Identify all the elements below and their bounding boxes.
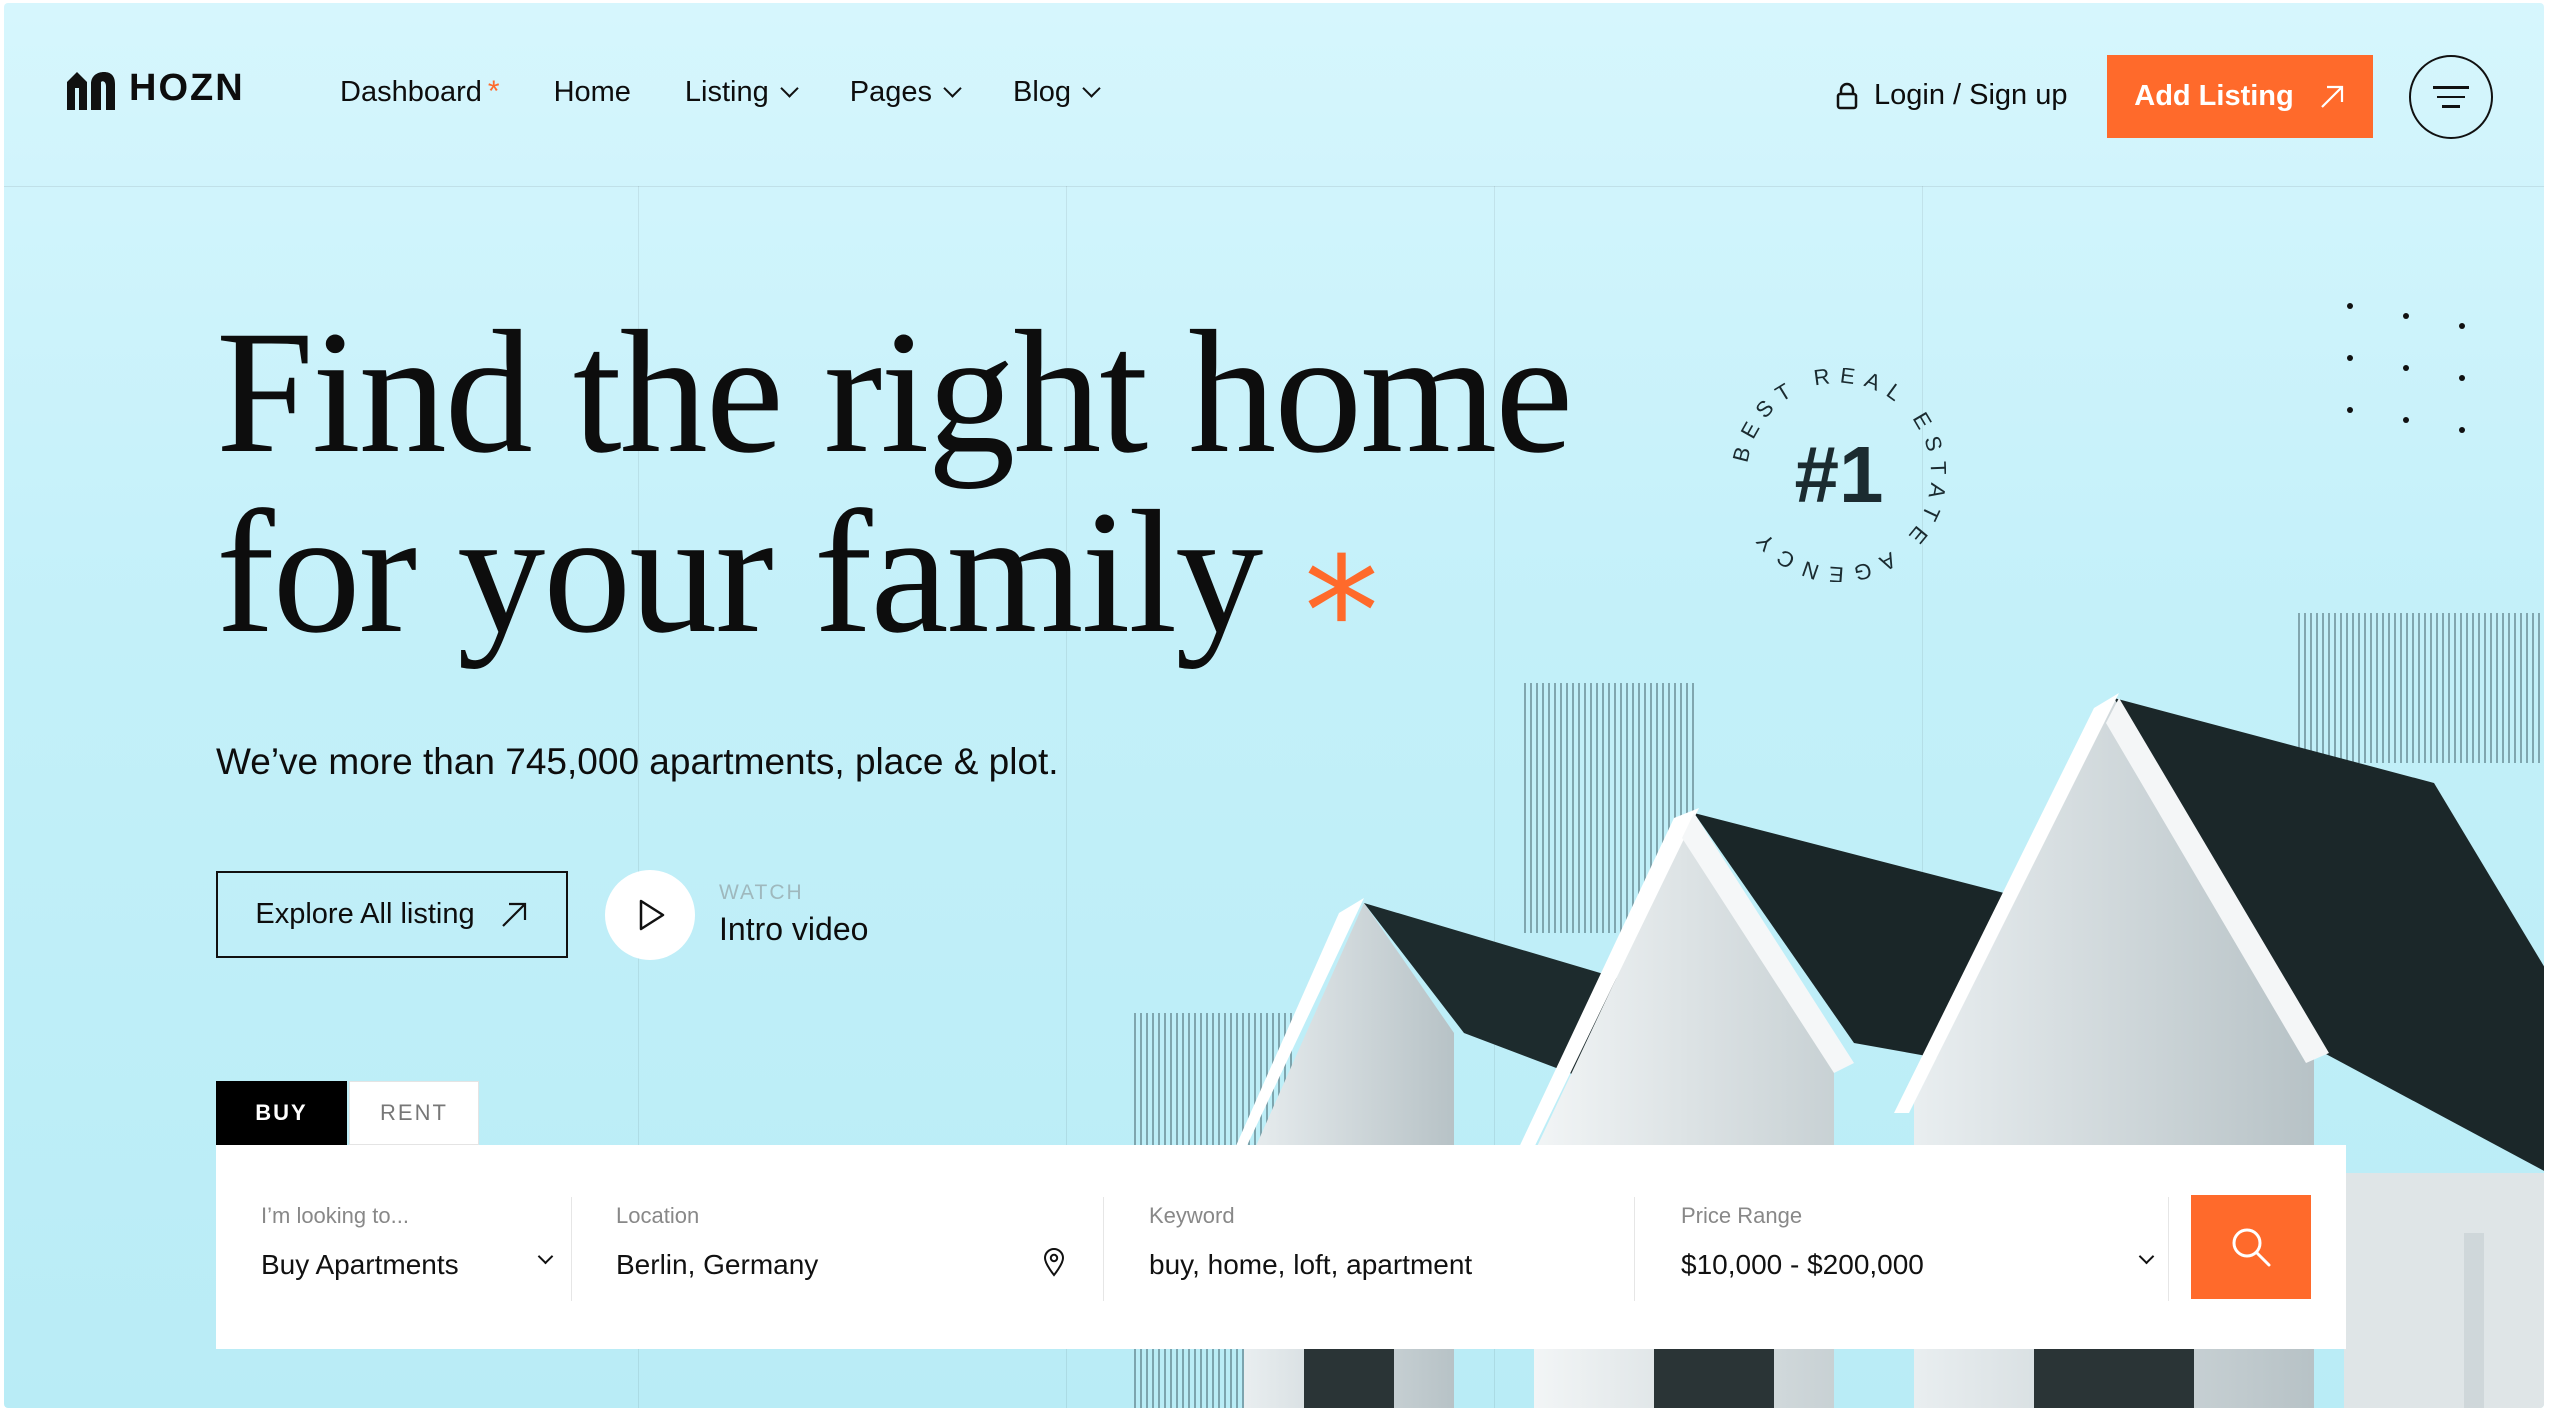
play-video-button[interactable] [605, 870, 695, 960]
tab-buy[interactable]: BUY [216, 1081, 347, 1145]
field-divider [2168, 1197, 2169, 1301]
brand-name: HOZN [129, 66, 245, 109]
main-nav: Dashboard * Home Listing Pages Blog [340, 75, 1152, 109]
nav-item-dashboard[interactable]: Dashboard * [340, 75, 500, 109]
new-marker: * [487, 75, 500, 108]
brand-logo[interactable]: HOZN [65, 66, 245, 110]
field-label: Location [616, 1203, 700, 1228]
nav-item-label: Listing [684, 75, 769, 108]
nav-item-home[interactable]: Home [554, 75, 631, 109]
field-divider [1103, 1197, 1104, 1301]
page-frame: HOZN Dashboard * Home Listing Pages Blog… [4, 3, 2544, 1408]
field-value: buy, home, loft, apartment [1149, 1249, 1473, 1280]
field-label: Price Range [1681, 1203, 1803, 1228]
looking-to-select[interactable]: I’m looking to... Buy Apartments [261, 1145, 561, 1349]
search-button[interactable] [2191, 1195, 2311, 1299]
chevron-down-icon [2138, 1248, 2155, 1265]
add-listing-button[interactable]: Add Listing [2107, 55, 2373, 138]
chevron-down-icon [537, 1248, 554, 1265]
explore-listing-button[interactable]: Explore All listing [216, 871, 568, 958]
login-label: Login / Sign up [1874, 79, 2068, 111]
field-divider [571, 1197, 572, 1301]
keyword-input[interactable]: Keyword buy, home, loft, apartment [1149, 1145, 1609, 1349]
nav-item-label: Dashboard [340, 75, 482, 108]
nav-item-label: Home [553, 75, 631, 108]
arrow-up-right-icon [2320, 85, 2343, 108]
nav-item-listing[interactable]: Listing [684, 75, 799, 109]
field-value: $10,000 - $200,000 [1681, 1249, 1924, 1280]
login-link[interactable]: Login / Sign up [1836, 79, 2067, 112]
explore-label: Explore All listing [255, 898, 475, 930]
chevron-down-icon [943, 78, 962, 98]
lock-icon [1836, 82, 1858, 109]
location-field[interactable]: Location Berlin, Germany [616, 1145, 1096, 1349]
menu-bar [2437, 95, 2465, 99]
play-icon [639, 899, 665, 931]
add-listing-label: Add Listing [2134, 80, 2294, 112]
search-icon [2232, 1228, 2271, 1267]
badge-number: #1 [1795, 430, 1884, 519]
field-value: Buy Apartments [261, 1249, 459, 1280]
nav-item-blog[interactable]: Blog [1012, 75, 1101, 109]
house-logo-icon [67, 72, 115, 110]
location-pin-icon [1043, 1248, 1065, 1277]
best-agency-badge: BEST REAL ESTATE AGENCY #1 [1732, 368, 1942, 582]
menu-bar [2442, 105, 2460, 108]
field-divider [1634, 1197, 1635, 1301]
headline-asterisk: * [1304, 526, 1379, 700]
field-value: Berlin, Germany [616, 1249, 819, 1280]
headline-line: Find the right home [216, 295, 1573, 490]
field-label: Keyword [1149, 1203, 1235, 1228]
hero-subtitle: We’ve more than 745,000 apartments, plac… [216, 741, 1059, 782]
nav-item-label: Blog [1012, 75, 1072, 108]
intro-video-link[interactable]: WATCH Intro video [719, 881, 868, 948]
price-range-select[interactable]: Price Range $10,000 - $200,000 [1681, 1145, 2161, 1349]
tab-rent[interactable]: RENT [349, 1081, 479, 1145]
arrow-up-right-icon [501, 902, 526, 927]
nav-item-label: Pages [849, 75, 932, 108]
chevron-down-icon [780, 78, 799, 98]
header-divider [4, 186, 2544, 187]
chevron-down-icon [1082, 78, 1101, 98]
search-panel: I’m looking to... Buy Apartments Locatio… [216, 1145, 2346, 1349]
field-label: I’m looking to... [261, 1203, 409, 1228]
watch-caption: WATCH [719, 881, 804, 904]
menu-button[interactable] [2409, 55, 2493, 139]
nav-item-pages[interactable]: Pages [849, 75, 962, 109]
watch-title: Intro video [719, 911, 869, 947]
menu-bar [2433, 86, 2469, 89]
